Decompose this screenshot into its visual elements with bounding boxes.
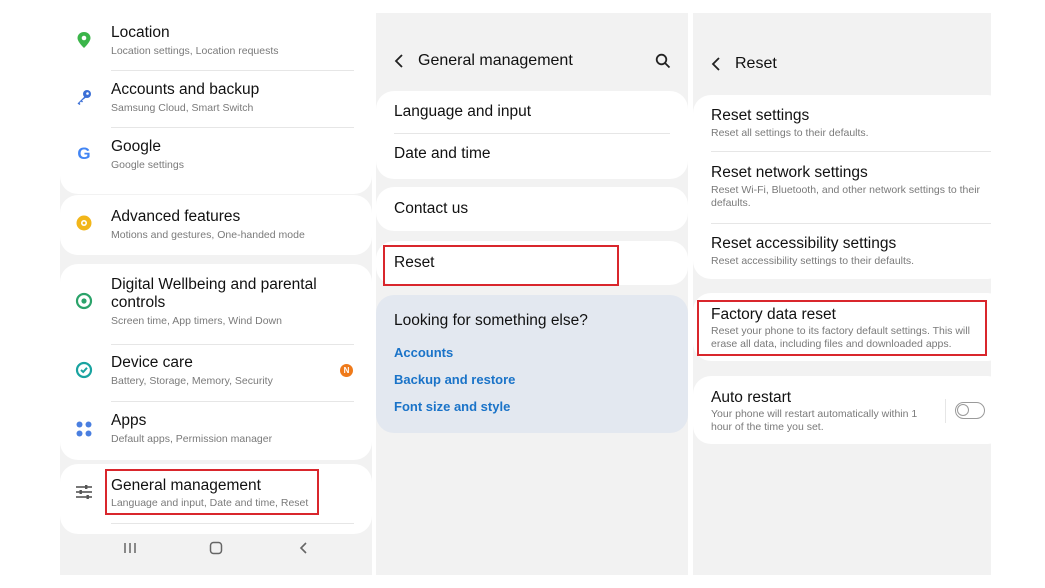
reset-item-title: Reset settings: [711, 107, 810, 124]
settings-item-subtitle: Screen time, App timers, Wind Down: [111, 315, 282, 327]
apps-grid-icon: [74, 419, 94, 439]
reset-item-accessibility-settings[interactable]: Reset accessibility settings Reset acces…: [693, 224, 991, 279]
suggestion-link-accounts[interactable]: Accounts: [394, 345, 453, 360]
settings-item-title: Apps: [111, 412, 147, 429]
divider: [111, 344, 354, 345]
search-icon[interactable]: [655, 53, 671, 69]
settings-item-subtitle: Motions and gestures, One-handed mode: [111, 229, 305, 241]
google-g-icon: G: [77, 144, 91, 163]
reset-item-subtitle-line2: hour of the time you set.: [711, 421, 824, 433]
back-arrow-icon[interactable]: [709, 56, 723, 72]
settings-item-subtitle: Battery, Storage, Memory, Security: [111, 375, 273, 387]
settings-item-advanced-features[interactable]: Advanced features Motions and gestures, …: [60, 195, 372, 255]
general-management-panel: General management Language and input Da…: [376, 13, 688, 575]
reset-item-network-settings[interactable]: Reset network settings Reset Wi-Fi, Blue…: [693, 152, 991, 222]
settings-item-title: Accounts and backup: [111, 81, 260, 98]
reset-panel: Reset Reset settings Reset all settings …: [693, 13, 991, 575]
reset-card-options: Reset settings Reset all settings to the…: [693, 95, 991, 279]
back-button[interactable]: [298, 541, 310, 555]
reset-item-subtitle: Reset accessibility settings to their de…: [711, 255, 915, 267]
vertical-divider: [945, 399, 946, 423]
reset-card-auto-restart: Auto restart Your phone will restart aut…: [693, 376, 991, 444]
settings-item-title: Location: [111, 24, 170, 41]
recent-apps-button[interactable]: [122, 541, 138, 555]
settings-item-apps[interactable]: Apps Default apps, Permission manager: [60, 403, 372, 459]
reset-item-reset-settings[interactable]: Reset settings Reset all settings to the…: [693, 95, 991, 150]
settings-item-digital-wellbeing[interactable]: Digital Wellbeing and parental controls …: [60, 264, 372, 336]
gm-item-language-input[interactable]: Language and input: [376, 91, 688, 133]
sliders-icon: [74, 482, 94, 502]
suggestion-card: Looking for something else? Accounts Bac…: [376, 295, 688, 433]
gm-card-language-datetime: Language and input Date and time: [376, 91, 688, 179]
highlight-reset: [383, 245, 619, 286]
reset-item-auto-restart[interactable]: Auto restart Your phone will restart aut…: [693, 376, 991, 444]
auto-restart-toggle[interactable]: [955, 402, 985, 419]
system-nav-bar: [60, 527, 372, 575]
reset-item-subtitle-line2: defaults.: [711, 197, 751, 209]
reset-item-title: Auto restart: [711, 389, 792, 406]
settings-card-device: Digital Wellbeing and parental controls …: [60, 264, 372, 460]
highlight-factory-data-reset: [697, 300, 987, 356]
reset-item-subtitle: Reset Wi-Fi, Bluetooth, and other networ…: [711, 184, 981, 196]
settings-item-title-line2: controls: [111, 294, 166, 311]
back-arrow-icon[interactable]: [392, 53, 406, 69]
settings-item-accounts-backup[interactable]: Accounts and backup Samsung Cloud, Smart…: [60, 71, 372, 127]
gm-item-title: Contact us: [394, 200, 469, 217]
key-icon: [74, 87, 94, 107]
settings-item-title: Device care: [111, 354, 193, 371]
settings-item-location[interactable]: Location Location settings, Location req…: [60, 13, 372, 70]
page-title: Reset: [735, 55, 777, 72]
reset-item-subtitle: Your phone will restart automatically wi…: [711, 408, 918, 420]
gm-item-date-time[interactable]: Date and time: [376, 134, 688, 178]
suggestion-link-backup-restore[interactable]: Backup and restore: [394, 372, 515, 387]
reset-item-subtitle: Reset all settings to their defaults.: [711, 127, 869, 139]
settings-item-google[interactable]: G Google Google settings: [60, 128, 372, 188]
divider: [111, 523, 354, 524]
gm-item-title: Language and input: [394, 103, 532, 120]
settings-item-subtitle: Default apps, Permission manager: [111, 433, 273, 445]
gm-card-contact: Contact us: [376, 187, 688, 231]
highlight-general-management: [105, 469, 319, 515]
location-pin-icon: [74, 30, 94, 50]
suggestion-title: Looking for something else?: [394, 312, 588, 329]
device-care-icon: [74, 360, 94, 380]
page-title: General management: [418, 52, 573, 69]
home-button[interactable]: [209, 541, 223, 555]
gm-item-contact-us[interactable]: Contact us: [376, 187, 688, 231]
reset-item-title: Reset accessibility settings: [711, 235, 897, 252]
gear-plus-icon: [74, 213, 94, 233]
settings-item-title: Digital Wellbeing and parental: [111, 276, 317, 293]
suggestion-link-font-size-style[interactable]: Font size and style: [394, 399, 510, 414]
toggle-knob: [957, 404, 969, 416]
settings-item-subtitle: Location settings, Location requests: [111, 45, 279, 57]
wellbeing-icon: [74, 291, 94, 311]
settings-item-title: Advanced features: [111, 208, 241, 225]
settings-item-title: Google: [111, 138, 161, 155]
gm-item-title: Date and time: [394, 145, 491, 162]
settings-panel: Location Location settings, Location req…: [60, 13, 372, 575]
settings-card-connections: Location Location settings, Location req…: [60, 13, 372, 194]
new-badge: N: [340, 364, 353, 377]
settings-item-subtitle: Google settings: [111, 159, 184, 171]
reset-item-title: Reset network settings: [711, 164, 868, 181]
settings-card-advanced: Advanced features Motions and gestures, …: [60, 195, 372, 255]
divider: [111, 401, 354, 402]
settings-item-device-care[interactable]: Device care Battery, Storage, Memory, Se…: [60, 346, 372, 400]
settings-item-subtitle: Samsung Cloud, Smart Switch: [111, 102, 254, 114]
